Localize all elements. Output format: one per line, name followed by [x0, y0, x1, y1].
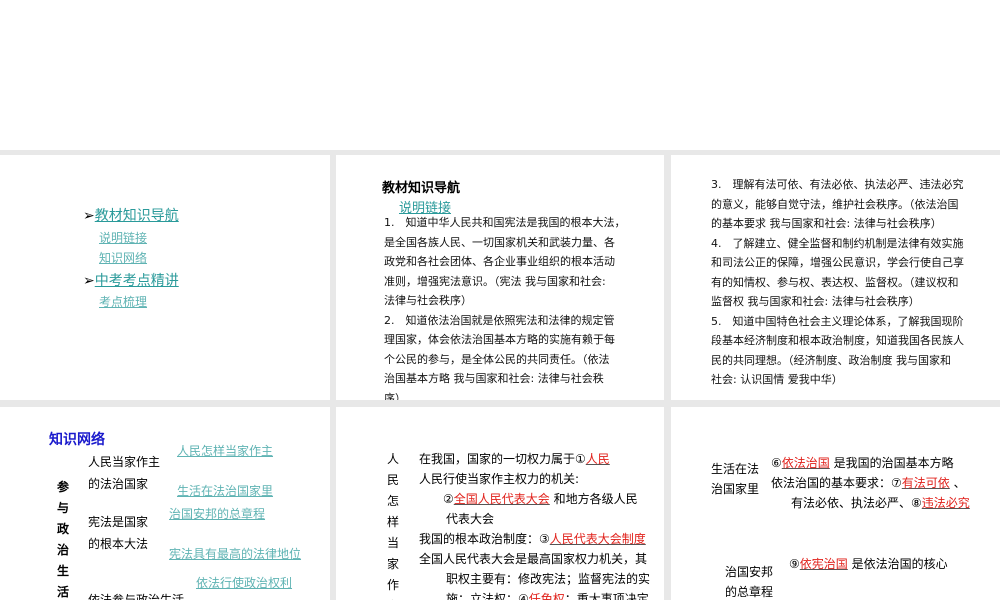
objectives-text: 3. 理解有法可依、有法必依、执法必严、违法必究 的意义，能够自觉守法，维护社会秩… — [711, 175, 964, 390]
answer-1: 人民 — [585, 452, 610, 466]
arrow-bullet-icon: ➢ — [83, 208, 95, 224]
topic-line: 宪法是国家 — [88, 515, 149, 529]
text-line: 社会: 认识国情 爱我中华） — [711, 373, 843, 386]
text-line: 有的知情权、参与权、表达权、监督权。（建议权和 — [711, 275, 959, 289]
nav-item-exam[interactable]: ➢中考考点精讲 — [83, 270, 179, 290]
text-line: 段基本经济制度和根本政治制度，知道我国各民族人 — [711, 334, 964, 347]
text-line: 治国基本方略 我与国家和社会: 法律与社会秩 — [384, 372, 604, 385]
arrow-bullet-icon: ➢ — [83, 273, 95, 289]
nav-link[interactable]: 教材知识导航 — [95, 208, 179, 224]
nav-link[interactable]: 中考考点精讲 — [95, 273, 179, 289]
answer-3: 人民代表大会制度 — [549, 532, 646, 546]
text-line: 的基本要求 我与国家和社会: 法律与社会秩序） — [711, 217, 942, 230]
topic-group-3: 依法参与政治生活 — [88, 593, 185, 600]
text-line: 5. 知道中国特色社会主义理论体系，了解我国现阶 — [711, 314, 964, 328]
text-line: 1. 知道中华人民共和国宪法是我国的根本大法， — [384, 216, 626, 229]
nav-item-textbook[interactable]: ➢教材知识导航 — [83, 205, 179, 225]
answer-6: 依法治国 — [781, 456, 830, 470]
topic-line: 人民当家作主 — [88, 455, 161, 469]
text-line: 个公民的参与，是全体公民的共同责任。（依法 — [384, 352, 610, 366]
text-line: 监督权 我与国家和社会: 法律与社会秩序） — [711, 295, 920, 308]
slide-thumbnail-4[interactable]: 知识网络 参与政治生活 人民当家作主 的法治国家 宪法是国家的根本大法 依法参与政… — [0, 407, 330, 600]
slide-thumbnail-2[interactable]: 教材知识导航 说明链接 1. 知道中华人民共和国宪法是我国的根本大法， 是全国各族… — [336, 155, 664, 400]
answer-9: 依宪治国 — [799, 557, 848, 571]
topic-group-1: 人民当家作主 的法治国家 — [88, 451, 160, 495]
topic-group-1: 生活在法 治国家里 — [711, 462, 760, 496]
vertical-topic: 人民怎样当家作主 — [386, 452, 399, 600]
answer-4: 任免权 — [528, 592, 565, 600]
fill-in-content-2: ⑨依宪治国 是依法治国的核心 — [789, 557, 948, 571]
topic-link[interactable]: 人民怎样当家作主 — [177, 442, 273, 459]
fill-in-content: 在我国，国家的一切权力属于①人民 人民行使当家作主权力的机关: ②全国人民代表大… — [419, 449, 650, 600]
topic-link[interactable]: 宪法具有最高的法律地位 — [169, 545, 301, 562]
objectives-text: 1. 知道中华人民共和国宪法是我国的根本大法， 是全国各族人民、一切国家机关和武装… — [384, 213, 626, 400]
text-line: 序） — [384, 391, 406, 401]
topic-group-2: 宪法是国家的根本大法 — [88, 511, 148, 555]
answer-7: 有法可依 — [901, 476, 950, 490]
text-line: 是全国各族人民、一切国家机关和武装力量、各 — [384, 235, 615, 249]
slide-title: 教材知识导航 — [382, 181, 461, 196]
slide-thumbnail-1[interactable]: ➢教材知识导航 说明链接 知识网络 ➢中考考点精讲 考点梳理 — [0, 155, 330, 400]
sub-link[interactable]: 考点梳理 — [99, 293, 147, 310]
topic-group-2: 治国安邦 的总章程 — [725, 565, 774, 599]
text-line: 的意义，能够自觉守法，维护社会秩序。（依法治国 — [711, 197, 959, 211]
topic-link[interactable]: 生活在法治国家里 — [177, 482, 273, 499]
answer-2: 全国人民代表大会 — [453, 492, 550, 506]
slide-title: 知识网络 — [49, 432, 105, 448]
blank-area — [0, 0, 1000, 150]
text-line: 理国家，体会依法治国基本方略的实施有赖于每 — [384, 333, 615, 346]
vertical-topic: 参与政治生活 — [56, 480, 69, 599]
topic-line: 的根本大法 — [88, 537, 149, 551]
text-line: 2. 知道依法治国就是依照宪法和法律的规定管 — [384, 313, 615, 327]
text-line: 法律与社会秩序） — [384, 294, 472, 307]
slide-thumbnail-6[interactable]: 生活在法 治国家里 ⑥依法治国 是我国的治国基本方略 依法治国的基本要求：⑦有法可… — [671, 407, 1000, 600]
text-line: 民的共同理想。（经济制度、政治制度 我与国家和 — [711, 353, 951, 367]
sub-link[interactable]: 知识网络 — [99, 249, 147, 266]
text-line: 准则，增强宪法意识。（宪法 我与国家和社会: — [384, 274, 606, 288]
fill-in-content: ⑥依法治国 是我国的治国基本方略 依法治国的基本要求：⑦有法可依 、 有法必依、… — [771, 456, 970, 510]
text-line: 和司法公正的保障，增强公民意识，学会行使自己享 — [711, 256, 964, 269]
text-line: 3. 理解有法可依、有法必依、执法必严、违法必究 — [711, 178, 964, 191]
sub-link[interactable]: 说明链接 — [99, 229, 147, 246]
slide-thumbnail-3[interactable]: 3. 理解有法可依、有法必依、执法必严、违法必究 的意义，能够自觉守法，维护社会秩… — [671, 155, 1000, 400]
topic-link[interactable]: 依法行使政治权利 — [196, 574, 292, 591]
slide-thumbnail-5[interactable]: 人民怎样当家作主 在我国，国家的一切权力属于①人民 人民行使当家作主权力的机关:… — [336, 407, 664, 600]
topic-line: 的法治国家 — [88, 477, 149, 491]
text-line: 政党和各社会团体、各企业事业组织的根本活动 — [384, 255, 615, 268]
topic-link[interactable]: 治国安邦的总章程 — [169, 505, 265, 522]
answer-8: 违法必究 — [921, 496, 970, 510]
text-line: 4. 了解建立、健全监督和制约机制是法律有效实施 — [711, 236, 964, 250]
